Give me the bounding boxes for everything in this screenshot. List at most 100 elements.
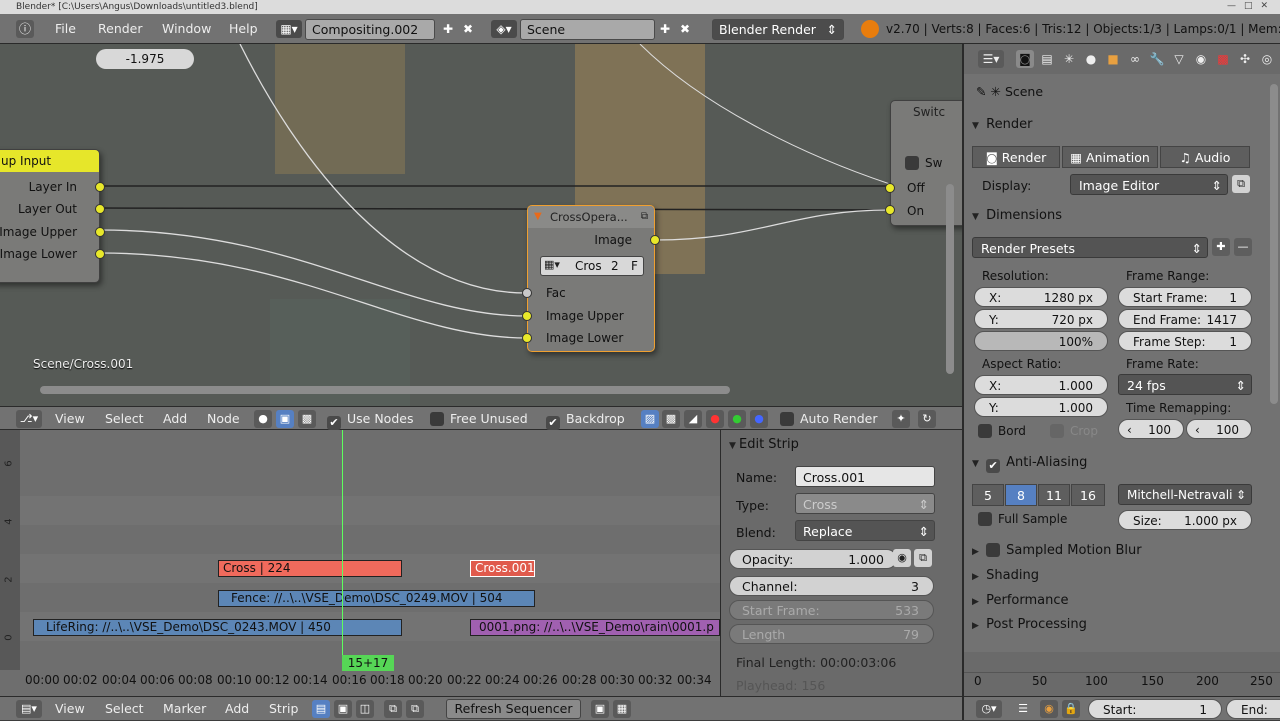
render-animation-icon[interactable]: ▦ bbox=[613, 700, 631, 718]
filter-size-field[interactable]: Size: 1.000 px bbox=[1118, 510, 1252, 530]
render-button[interactable]: ◙ Render bbox=[972, 146, 1060, 168]
node-editor[interactable]: -1.975 up Input Layer In Layer Out Image… bbox=[0, 44, 962, 406]
collapse-arrow-icon[interactable]: ▼ bbox=[534, 206, 542, 228]
menu-window[interactable]: Window bbox=[162, 14, 211, 44]
node-group-icon[interactable]: ⧉ bbox=[641, 206, 648, 228]
editor-type-timeline-icon[interactable]: ◷▾ bbox=[976, 700, 1002, 718]
scene-icon[interactable]: ◈▾ bbox=[491, 20, 517, 38]
scene-tab-icon[interactable]: ✳ bbox=[1060, 50, 1078, 68]
aspect-x-field[interactable]: X: 1.000 bbox=[974, 375, 1108, 395]
free-unused-toggle[interactable]: Free Unused bbox=[430, 407, 528, 431]
border-toggle[interactable]: Bord bbox=[978, 424, 1026, 438]
minimize-icon[interactable]: — bbox=[1227, 1, 1244, 11]
lock-icon[interactable]: 🔒 bbox=[1062, 700, 1080, 718]
output-socket[interactable] bbox=[95, 249, 105, 259]
keying-icon[interactable]: ◉ bbox=[1040, 700, 1058, 718]
aa-samples-11[interactable]: 11 bbox=[1038, 484, 1070, 506]
output-socket[interactable] bbox=[95, 204, 105, 214]
anti-aliasing-panel-header[interactable]: ▼ ✔ Anti-Aliasing bbox=[972, 452, 1264, 474]
red-channel-icon[interactable]: ● bbox=[706, 410, 724, 428]
timeline-editor[interactable]: 0 50 100 150 200 250 bbox=[962, 652, 1280, 696]
horizontal-scrollbar[interactable] bbox=[40, 386, 730, 394]
backdrop-rgb-icon[interactable]: ▩ bbox=[662, 410, 680, 428]
input-socket[interactable] bbox=[522, 288, 532, 298]
screen-layout-field[interactable]: Compositing.002 bbox=[305, 19, 435, 40]
data-tab-icon[interactable]: ▽ bbox=[1170, 50, 1188, 68]
properties-scrollbar[interactable] bbox=[1270, 84, 1278, 404]
menu-select[interactable]: Select bbox=[105, 697, 144, 721]
snap-icon[interactable]: ↻ bbox=[918, 410, 936, 428]
pin-icon[interactable]: ✎ bbox=[976, 84, 986, 99]
modifiers-tab-icon[interactable]: 🔧 bbox=[1148, 50, 1166, 68]
keyframe-icon[interactable]: ⧉ bbox=[914, 549, 932, 567]
post-processing-panel-header[interactable]: ▶ Post Processing bbox=[972, 614, 1264, 636]
current-frame-indicator[interactable]: 15+17 bbox=[342, 655, 394, 671]
remap-new-field[interactable]: ‹ 100 bbox=[1186, 419, 1252, 439]
add-preset-icon[interactable]: ✚ bbox=[1212, 238, 1230, 256]
auto-render-toggle[interactable]: Auto Render bbox=[780, 407, 878, 431]
node-datablock-selector[interactable]: ▦▾ Cros 2 F bbox=[540, 256, 644, 276]
add-screen-icon[interactable]: ✚ bbox=[439, 20, 457, 38]
channel-slider[interactable]: Channel: 3 bbox=[729, 576, 934, 596]
cross-strip[interactable]: Cross | 224 bbox=[218, 560, 402, 577]
switch-checkbox[interactable] bbox=[905, 156, 919, 170]
input-socket[interactable] bbox=[885, 183, 895, 193]
aa-samples-5[interactable]: 5 bbox=[972, 484, 1004, 506]
physics-tab-icon[interactable]: ◎ bbox=[1258, 50, 1276, 68]
checkbox-icon[interactable] bbox=[986, 543, 1001, 557]
delete-scene-icon[interactable]: ✖ bbox=[676, 20, 694, 38]
blend-mode-dropdown[interactable]: Replace ⇕ bbox=[795, 520, 935, 541]
output-socket[interactable] bbox=[95, 182, 105, 192]
menu-help[interactable]: Help bbox=[229, 14, 258, 44]
edit-strip-header[interactable]: ▼ Edit Strip bbox=[729, 437, 799, 452]
layers-tab-icon[interactable]: ▤ bbox=[1038, 50, 1056, 68]
strip-name-field[interactable]: Cross.001 bbox=[795, 466, 935, 487]
constraints-tab-icon[interactable]: ∞ bbox=[1126, 50, 1144, 68]
scene-field[interactable]: Scene bbox=[520, 19, 655, 40]
sequencer-editor[interactable]: 6 4 2 0 Cross | 224 Cross.001 Fence: //.… bbox=[0, 430, 720, 696]
aa-filter-dropdown[interactable]: Mitchell-Netravali ⇕ bbox=[1118, 484, 1252, 505]
end-frame-field[interactable]: End Frame: 1417 bbox=[1118, 309, 1252, 329]
menu-marker[interactable]: Marker bbox=[163, 697, 206, 721]
maximize-icon[interactable]: □ bbox=[1244, 1, 1261, 11]
timeline-start-field[interactable]: Start: 1 bbox=[1088, 699, 1222, 719]
group-input-node[interactable]: up Input Layer In Layer Out Image Upper … bbox=[0, 149, 105, 283]
node-tree-icon[interactable]: ▦▾ bbox=[544, 258, 560, 271]
close-window-icon[interactable]: ✕ bbox=[1260, 1, 1276, 11]
cross001-strip[interactable]: Cross.001 bbox=[470, 560, 535, 577]
resolution-y-field[interactable]: Y: 720 px bbox=[974, 309, 1108, 329]
playhead-line[interactable] bbox=[342, 430, 343, 668]
lifering-movie-strip[interactable]: LifeRing: //..\..\VSE_Demo\DSC_0243.MOV … bbox=[33, 619, 402, 636]
editor-type-node-icon[interactable]: ⎇▾ bbox=[16, 410, 42, 428]
vertical-scrollbar[interactable] bbox=[946, 184, 954, 374]
backdrop-rgba-icon[interactable]: ▨ bbox=[641, 410, 659, 428]
frame-step-field[interactable]: Frame Step: 1 bbox=[1118, 331, 1252, 351]
resolution-percentage-slider[interactable]: 100% bbox=[974, 331, 1108, 351]
use-nodes-toggle[interactable]: ✔ Use Nodes bbox=[327, 407, 413, 431]
full-sample-toggle[interactable]: Full Sample bbox=[978, 512, 1067, 526]
render-still-icon[interactable]: ▣ bbox=[591, 700, 609, 718]
datablock-name[interactable]: Cros bbox=[575, 259, 602, 273]
editor-type-info-icon[interactable]: ⓘ bbox=[16, 20, 34, 38]
screen-layout-icon[interactable]: ▦▾ bbox=[276, 20, 302, 38]
display-options-icon[interactable]: ⧉ bbox=[1232, 175, 1250, 193]
render-tab-camera-icon[interactable]: ◙ bbox=[1016, 50, 1034, 68]
datablock-users[interactable]: 2 bbox=[611, 259, 619, 273]
shading-panel-header[interactable]: ▶ Shading bbox=[972, 565, 1264, 587]
remove-preset-icon[interactable]: — bbox=[1234, 238, 1252, 256]
preview-view-icon[interactable]: ▣ bbox=[334, 700, 352, 718]
aa-samples-8[interactable]: 8 bbox=[1005, 484, 1037, 506]
object-tab-icon[interactable]: ■ bbox=[1104, 50, 1122, 68]
output-socket[interactable] bbox=[95, 227, 105, 237]
aa-samples-16[interactable]: 16 bbox=[1071, 484, 1105, 506]
start-frame-slider[interactable]: Start Frame: 533 bbox=[729, 600, 934, 620]
texture-tab-icon[interactable]: ▩ bbox=[1214, 50, 1232, 68]
performance-panel-header[interactable]: ▶ Performance bbox=[972, 590, 1264, 612]
world-tab-icon[interactable]: ● bbox=[1082, 50, 1100, 68]
cross-operator-node[interactable]: ▼ CrossOpera... ⧉ Image ▦▾ Cros 2 F Fac … bbox=[522, 205, 660, 352]
dimensions-panel-header[interactable]: ▼ Dimensions bbox=[972, 205, 1264, 227]
input-socket[interactable] bbox=[522, 333, 532, 343]
menu-view[interactable]: View bbox=[55, 697, 85, 721]
opacity-slider[interactable]: Opacity: 1.000 bbox=[729, 549, 897, 569]
menu-add[interactable]: Add bbox=[225, 697, 249, 721]
